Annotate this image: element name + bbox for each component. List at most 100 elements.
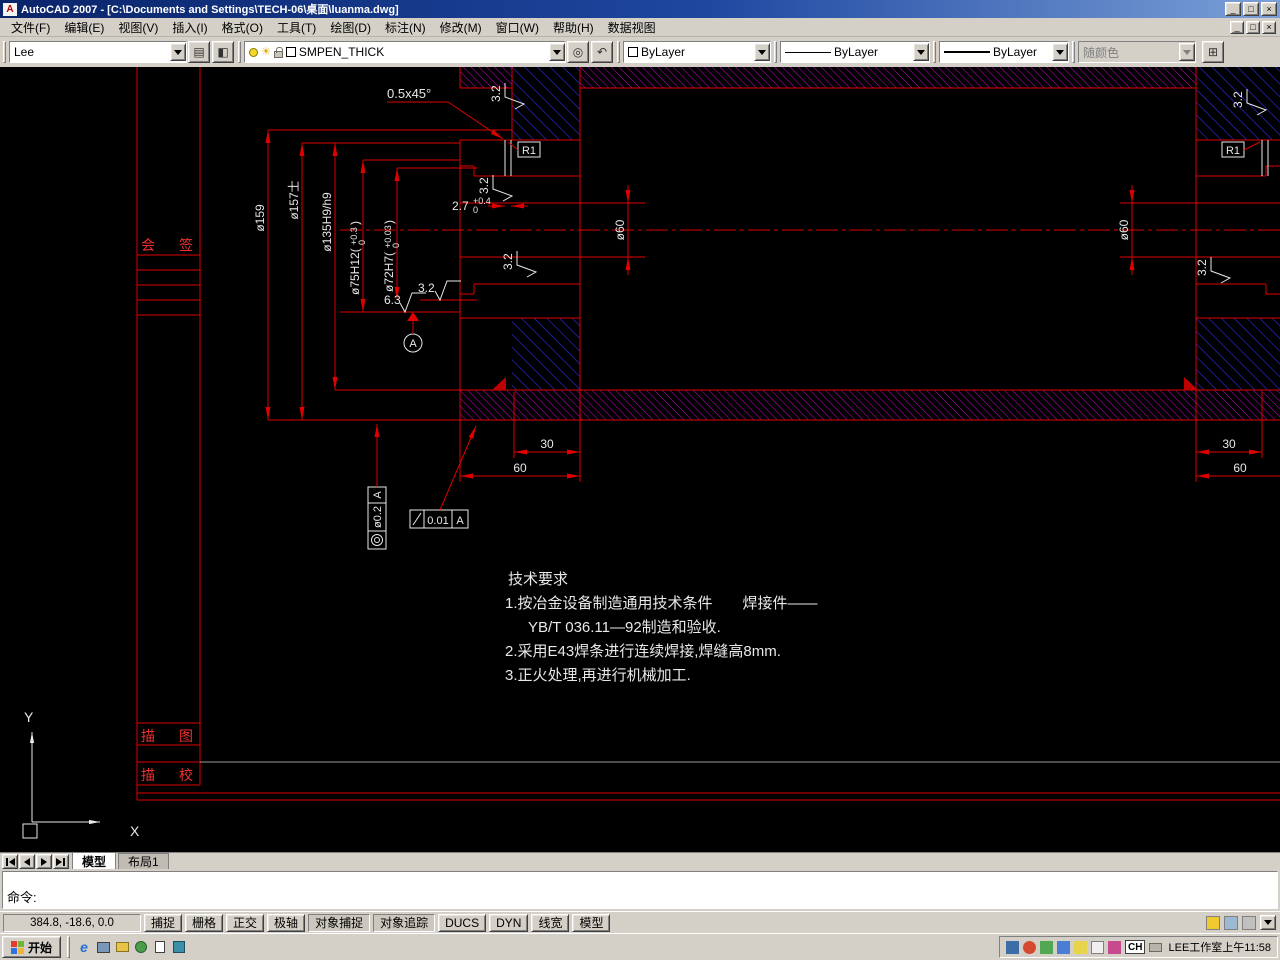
linetype-combo[interactable]: ByLayer xyxy=(780,41,930,63)
tab-nav-last-button[interactable] xyxy=(53,854,69,869)
svg-text:A: A xyxy=(372,491,384,499)
dropdown-arrow-icon[interactable] xyxy=(913,43,929,61)
layer-manager-button[interactable]: ▤ xyxy=(188,41,210,63)
toolbar-grip[interactable] xyxy=(774,41,777,63)
mdi-minimize-button[interactable]: _ xyxy=(1230,20,1244,34)
dim-r1-label: R1 xyxy=(1226,145,1240,157)
toolbar-grip[interactable] xyxy=(617,41,620,63)
tray-ime-icon[interactable] xyxy=(1108,940,1122,954)
input-method-indicator[interactable]: CH xyxy=(1125,940,1146,954)
menu-file[interactable]: 文件(F) xyxy=(4,18,57,37)
status-options-arrow[interactable] xyxy=(1260,915,1276,930)
tab-layout1[interactable]: 布局1 xyxy=(118,853,169,869)
quicklaunch-grip[interactable] xyxy=(67,936,71,958)
dropdown-arrow-icon[interactable] xyxy=(1052,43,1068,61)
menu-format[interactable]: 格式(O) xyxy=(215,18,270,37)
tray-keyboard-icon[interactable] xyxy=(1149,942,1163,952)
make-object-layer-current-button[interactable]: ◎ xyxy=(567,41,589,63)
toolbar-lock-icon[interactable] xyxy=(1242,915,1256,930)
style-combo[interactable]: Lee xyxy=(9,41,187,63)
menu-window[interactable]: 窗口(W) xyxy=(489,18,546,37)
lineweight-combo[interactable]: ByLayer xyxy=(939,41,1069,63)
menu-dataview[interactable]: 数据视图 xyxy=(601,18,663,37)
dropdown-arrow-icon[interactable] xyxy=(549,43,565,61)
close-button[interactable]: × xyxy=(1261,2,1277,16)
dyn-toggle[interactable]: DYN xyxy=(489,913,529,932)
tab-nav-next-button[interactable] xyxy=(36,854,52,869)
grid-toggle[interactable]: 栅格 xyxy=(185,913,224,932)
tray-update-icon[interactable] xyxy=(1040,940,1054,954)
tray-messenger-icon[interactable] xyxy=(1057,940,1071,954)
autocad-app-icon[interactable]: A xyxy=(3,2,17,16)
toolbar-grip[interactable] xyxy=(1072,41,1075,63)
menu-help[interactable]: 帮助(H) xyxy=(546,18,601,37)
snap-toggle[interactable]: 捕捉 xyxy=(144,913,183,932)
tray-network-icon[interactable] xyxy=(1006,940,1020,954)
layer-color-swatch[interactable] xyxy=(285,47,296,57)
toolbar-grip[interactable] xyxy=(238,41,241,63)
layer-thaw-icon[interactable]: ☀ xyxy=(261,46,271,58)
layer-lock-icon[interactable] xyxy=(273,46,283,58)
tab-nav-prev-button[interactable] xyxy=(19,854,35,869)
layer-on-icon[interactable] xyxy=(249,47,258,57)
toolbar-extra-button[interactable]: ⊞ xyxy=(1202,41,1224,63)
coordinates-readout[interactable]: 384.8, -18.6, 0.0 xyxy=(3,913,141,932)
toolbar-grip[interactable] xyxy=(3,41,6,63)
annotation-scale-icon[interactable] xyxy=(1206,915,1220,930)
menu-edit[interactable]: 编辑(E) xyxy=(57,18,111,37)
tab-model[interactable]: 模型 xyxy=(72,852,117,869)
roughness-32: 3.2 xyxy=(501,250,537,278)
tray-antivirus-icon[interactable] xyxy=(1023,940,1037,954)
minimize-button[interactable]: _ xyxy=(1225,2,1241,16)
menu-dimension[interactable]: 标注(N) xyxy=(378,18,433,37)
ducs-toggle[interactable]: DUCS xyxy=(438,913,487,932)
tab-nav-first-button[interactable] xyxy=(2,854,18,869)
layer-manager-icon: ▤ xyxy=(193,45,205,59)
folder-icon[interactable] xyxy=(114,939,130,955)
mdi-close-button[interactable]: × xyxy=(1262,20,1276,34)
communication-center-icon[interactable] xyxy=(1224,915,1238,930)
dim-30-label: 30 xyxy=(540,437,554,451)
menu-view[interactable]: 视图(V) xyxy=(111,18,165,37)
layer-states-button[interactable]: ◧ xyxy=(212,41,234,63)
dropdown-arrow-icon[interactable] xyxy=(754,43,770,61)
lineweight-toggle[interactable]: 线宽 xyxy=(531,913,570,932)
app-shortcut-icon[interactable] xyxy=(171,939,187,955)
model-space-toggle[interactable]: 模型 xyxy=(572,913,611,932)
command-input[interactable]: 命令: xyxy=(2,871,1278,909)
polar-toggle[interactable]: 极轴 xyxy=(267,913,306,932)
toolbar-grip[interactable] xyxy=(933,41,936,63)
taskbar-clock[interactable]: LEE工作室上午11:58 xyxy=(1166,939,1271,955)
menu-modify[interactable]: 修改(M) xyxy=(433,18,489,37)
drawing-canvas[interactable]: 会 签 描 图 描 校 ø159 ø157士 ø135H9/h9 ø75H12(… xyxy=(0,67,1280,852)
svg-text:): ) xyxy=(382,220,396,224)
fcf-runout: ø0.2 A xyxy=(367,424,387,550)
show-desktop-icon[interactable] xyxy=(95,939,111,955)
color-combo[interactable]: ByLayer xyxy=(623,41,771,63)
make-current-icon: ◎ xyxy=(572,45,584,59)
menu-tools[interactable]: 工具(T) xyxy=(270,18,323,37)
mdi-restore-button[interactable]: □ xyxy=(1246,20,1260,34)
menu-draw[interactable]: 绘图(D) xyxy=(323,18,378,37)
groove-lines xyxy=(504,140,1269,176)
menu-insert[interactable]: 插入(I) xyxy=(165,18,214,37)
osnap-toggle[interactable]: 对象捕捉 xyxy=(308,913,371,932)
tray-app-icon[interactable] xyxy=(1074,940,1088,954)
ortho-toggle[interactable]: 正交 xyxy=(226,913,265,932)
dropdown-arrow-icon[interactable] xyxy=(170,43,186,61)
dim-d159-label: ø159 xyxy=(253,204,267,232)
media-player-icon[interactable] xyxy=(133,939,149,955)
start-button[interactable]: 开始 xyxy=(2,936,62,958)
internet-explorer-icon[interactable]: e xyxy=(76,939,92,955)
layer-previous-button[interactable]: ↶ xyxy=(591,41,613,63)
tray-volume-icon[interactable] xyxy=(1091,940,1105,954)
system-tray: CH LEE工作室上午11:58 xyxy=(999,936,1278,958)
titleblock-trace-label: 描 图 xyxy=(141,728,193,744)
titlebar: A AutoCAD 2007 - [C:\Documents and Setti… xyxy=(0,0,1280,18)
document-icon[interactable] xyxy=(152,939,168,955)
dim-r1-label: R1 xyxy=(522,145,536,157)
layer-combo[interactable]: ☀ SMPEN_THICK xyxy=(244,41,566,63)
dim-chamfer-label: 0.5x45° xyxy=(387,86,431,101)
maximize-button[interactable]: □ xyxy=(1243,2,1259,16)
otrack-toggle[interactable]: 对象追踪 xyxy=(373,913,436,932)
